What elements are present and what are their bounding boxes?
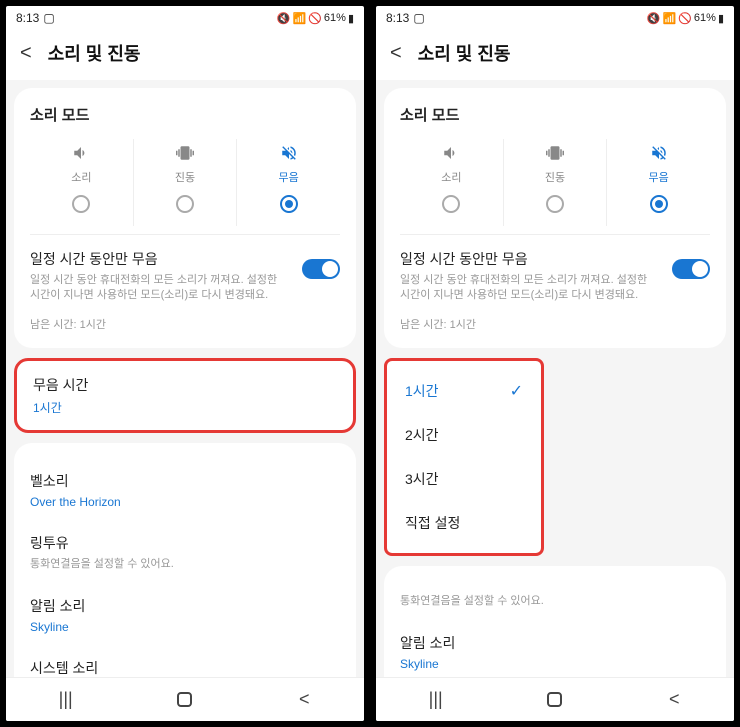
dropdown-option-1h[interactable]: 1시간 ✓ [387, 369, 541, 413]
sound-mode-card: 소리 모드 소리 진동 [14, 88, 356, 348]
battery-text: 61% [324, 12, 346, 24]
temp-mute-row[interactable]: 일정 시간 동안만 무음 일정 시간 동안 휴대전화의 모든 소리가 꺼져요. … [400, 249, 710, 304]
temp-mute-title: 일정 시간 동안만 무음 [400, 249, 660, 269]
temp-mute-desc: 일정 시간 동안 휴대전화의 모든 소리가 꺼져요. 설정한 시간이 지나면 사… [30, 273, 290, 304]
notification-row[interactable]: 알림 소리 Skyline [400, 621, 710, 677]
sounds-card: 통화연결음을 설정할 수 있어요. 알림 소리 Skyline 시스템 소리 갤… [384, 566, 726, 677]
back-nav-button[interactable]: < [284, 689, 324, 710]
home-button[interactable] [165, 692, 205, 707]
mode-mute[interactable]: 무음 [606, 139, 710, 226]
status-time: 8:13 [386, 11, 409, 25]
battery-icon: ▮ [348, 12, 354, 25]
nav-bar: ||| < [6, 677, 364, 721]
mute-speaker-icon [607, 143, 710, 163]
dropdown-option-2h[interactable]: 2시간 [387, 413, 541, 457]
nav-bar: ||| < [376, 677, 734, 721]
temp-mute-title: 일정 시간 동안만 무음 [30, 249, 290, 269]
mode-mute[interactable]: 무음 [236, 139, 340, 226]
temp-mute-desc: 일정 시간 동안 휴대전화의 모든 소리가 꺼져요. 설정한 시간이 지나면 사… [400, 273, 660, 304]
header: < 소리 및 진동 [6, 30, 364, 80]
dropdown-option-3h[interactable]: 3시간 [387, 457, 541, 501]
notification-row[interactable]: 알림 소리 Skyline [30, 584, 340, 646]
vibrate-icon [134, 143, 237, 163]
phone-left: 8:13 ▢ 🔇 📶 🚫 61% ▮ < 소리 및 진동 소리 모드 소리 [4, 4, 366, 723]
mode-vibrate[interactable]: 진동 [133, 139, 237, 226]
vibrate-icon [504, 143, 607, 163]
no-icon: 🚫 [678, 12, 692, 25]
screenshot-icon: ▢ [413, 11, 424, 25]
wifi-icon: 📶 [293, 12, 307, 25]
status-time: 8:13 [16, 11, 39, 25]
radio-mute[interactable] [280, 195, 298, 213]
mode-vibrate[interactable]: 진동 [503, 139, 607, 226]
radio-vibrate[interactable] [176, 195, 194, 213]
radio-sound[interactable] [72, 195, 90, 213]
sound-mode-title: 소리 모드 [400, 104, 710, 125]
battery-icon: ▮ [718, 12, 724, 25]
ringtoyou-row[interactable]: 링투유 통화연결음을 설정할 수 있어요. [30, 521, 340, 584]
mute-time-dropdown: 1시간 ✓ 2시간 3시간 직접 설정 [384, 358, 544, 556]
mute-time-value: 1시간 [33, 399, 337, 416]
screenshot-icon: ▢ [43, 11, 54, 25]
ringtone-row[interactable]: 벨소리 Over the Horizon [30, 459, 340, 521]
phone-right: 8:13 ▢ 🔇 📶 🚫 61% ▮ < 소리 및 진동 소리 모드 소리 [374, 4, 736, 723]
page-title: 소리 및 진동 [48, 40, 141, 66]
dropdown-option-custom[interactable]: 직접 설정 [387, 501, 541, 545]
mute-speaker-icon [237, 143, 340, 163]
check-icon: ✓ [510, 381, 523, 401]
sounds-card: 벨소리 Over the Horizon 링투유 통화연결음을 설정할 수 있어… [14, 443, 356, 677]
recents-button[interactable]: ||| [46, 689, 86, 710]
remain-text: 남은 시간: 1시간 [400, 316, 710, 332]
back-button[interactable]: < [20, 42, 32, 65]
back-nav-button[interactable]: < [654, 689, 694, 710]
radio-vibrate[interactable] [546, 195, 564, 213]
content-scroll[interactable]: 소리 모드 소리 진동 [6, 80, 364, 677]
mute-icon: 🔇 [647, 12, 661, 25]
temp-mute-toggle[interactable] [672, 259, 710, 279]
back-button[interactable]: < [390, 42, 402, 65]
recents-button[interactable]: ||| [416, 689, 456, 710]
mute-time-row[interactable]: 무음 시간 1시간 [14, 358, 356, 433]
status-bar: 8:13 ▢ 🔇 📶 🚫 61% ▮ [376, 6, 734, 30]
wifi-icon: 📶 [663, 12, 677, 25]
radio-sound[interactable] [442, 195, 460, 213]
radio-mute[interactable] [650, 195, 668, 213]
temp-mute-toggle[interactable] [302, 259, 340, 279]
mode-sound[interactable]: 소리 [30, 139, 133, 226]
page-title: 소리 및 진동 [418, 40, 511, 66]
mode-sound[interactable]: 소리 [400, 139, 503, 226]
sound-mode-title: 소리 모드 [30, 104, 340, 125]
sound-mode-card: 소리 모드 소리 진동 [384, 88, 726, 348]
mute-time-title: 무음 시간 [33, 375, 337, 395]
no-icon: 🚫 [308, 12, 322, 25]
speaker-icon [400, 143, 503, 163]
home-button[interactable] [535, 692, 575, 707]
mute-icon: 🔇 [277, 12, 291, 25]
remain-text: 남은 시간: 1시간 [30, 316, 340, 332]
temp-mute-row[interactable]: 일정 시간 동안만 무음 일정 시간 동안 휴대전화의 모든 소리가 꺼져요. … [30, 249, 340, 304]
system-sound-row[interactable]: 시스템 소리 갤럭시 [30, 646, 340, 677]
content-scroll[interactable]: 소리 모드 소리 진동 [376, 80, 734, 677]
speaker-icon [30, 143, 133, 163]
battery-text: 61% [694, 12, 716, 24]
header: < 소리 및 진동 [376, 30, 734, 80]
status-bar: 8:13 ▢ 🔇 📶 🚫 61% ▮ [6, 6, 364, 30]
ringtoyou-row-partial[interactable]: 통화연결음을 설정할 수 있어요. [400, 582, 710, 621]
